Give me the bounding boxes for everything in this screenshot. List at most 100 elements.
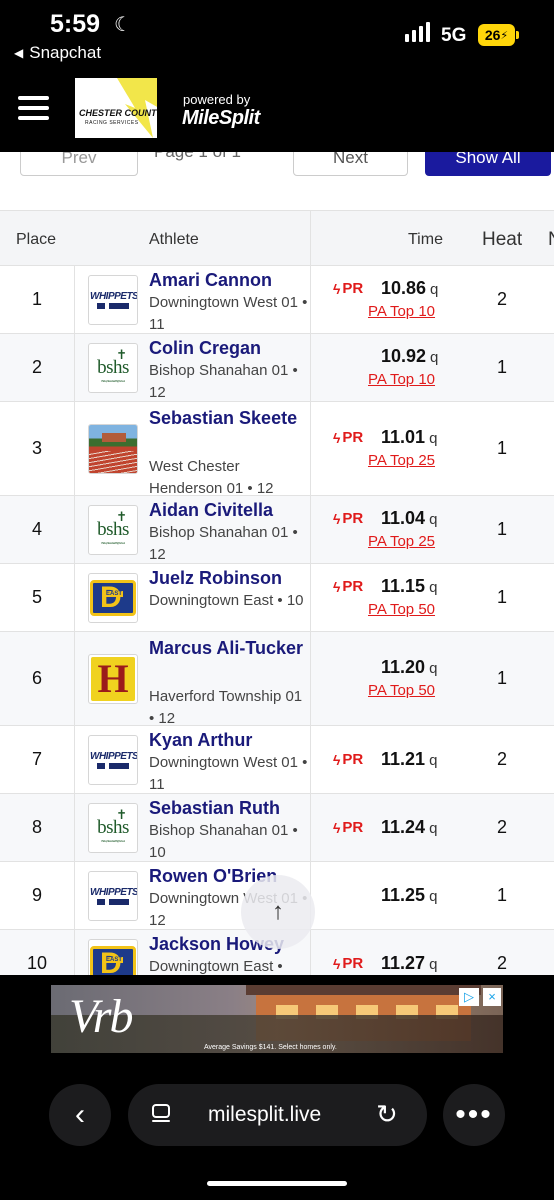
- state-rank-link[interactable]: PA Top 10: [368, 371, 435, 388]
- athlete-name-link[interactable]: Kyan Arthur: [149, 728, 309, 753]
- header-time[interactable]: Time: [408, 231, 443, 249]
- time-value: 11.15: [381, 576, 426, 596]
- qualifier-label: q: [430, 349, 439, 366]
- athlete-name-link[interactable]: Sebastian Skeete: [149, 406, 309, 431]
- team-logo[interactable]: ✝ bshs Bishop Shanahan High School: [88, 343, 138, 393]
- table-row[interactable]: 6 H Marcus Ali-Tucker Haverford Township 01…: [0, 632, 554, 727]
- address-bar[interactable]: milesplit.live ↻: [128, 1084, 427, 1146]
- athlete-team[interactable]: Downingtown East: [149, 958, 273, 975]
- header-heat[interactable]: Heat: [482, 229, 522, 251]
- heat-cell: 2: [497, 817, 508, 837]
- heat-cell: 1: [497, 519, 508, 539]
- back-app-label: Snapchat: [29, 43, 102, 62]
- ad-close-icon[interactable]: ×: [483, 988, 501, 1006]
- menu-icon[interactable]: [18, 96, 49, 120]
- reload-icon[interactable]: ↻: [376, 1099, 398, 1130]
- site-header: CHESTER COUNTY RACING SERVICES powered b…: [0, 70, 554, 152]
- pr-label: PR: [342, 510, 364, 527]
- logo-line2: RACING SERVICES: [85, 120, 139, 126]
- browser-back-button[interactable]: ‹: [49, 1084, 111, 1146]
- cross-icon: ✝: [116, 347, 127, 362]
- time-value: 11.01: [381, 427, 426, 447]
- athlete-name-link[interactable]: Amari Cannon: [149, 268, 309, 293]
- team-logo[interactable]: ✝ bshs Bishop Shanahan High School: [88, 803, 138, 853]
- state-rank-link[interactable]: PA Top 25: [368, 533, 435, 550]
- athlete-team[interactable]: Downingtown East: [149, 592, 273, 609]
- adchoices-icon[interactable]: ▷: [459, 988, 479, 1006]
- table-row[interactable]: 4 ✝ bshs Bishop Shanahan High School Aidan C…: [0, 496, 554, 564]
- cross-icon: ✝: [116, 509, 127, 524]
- table-row[interactable]: 1 WHIPPETS Amari Cannon Downingtown West 01…: [0, 266, 554, 334]
- advertisement[interactable]: Vrb Average Savings $141. Select homes o…: [51, 985, 503, 1053]
- arrow-up-icon: ↑: [272, 898, 284, 925]
- team-logo[interactable]: DEAST: [88, 939, 138, 975]
- table-row[interactable]: 5 D EAST Juelz Robinson Downingtown East • 1…: [0, 564, 554, 632]
- athlete-name-link[interactable]: Colin Cregan: [149, 336, 309, 361]
- athlete-name-link[interactable]: Juelz Robinson: [149, 566, 309, 591]
- state-rank-link[interactable]: PA Top 10: [368, 303, 435, 320]
- table-row[interactable]: 2 ✝ bshs Bishop Shanahan High School Colin C…: [0, 334, 554, 402]
- team-logo[interactable]: WHIPPETS: [88, 871, 138, 921]
- header-athlete[interactable]: Athlete: [149, 231, 199, 249]
- page-indicator: Page 1 of 1: [154, 152, 241, 162]
- athlete-team[interactable]: Bishop Shanahan: [149, 524, 267, 541]
- whippets-wordmark: WHIPPETS: [90, 887, 138, 898]
- table-row[interactable]: 8 ✝ bshs Bishop Shanahan High School Sebasti…: [0, 794, 554, 862]
- heat-cell: 1: [497, 668, 508, 688]
- athlete-name-link[interactable]: Marcus Ali-Tucker: [149, 636, 309, 661]
- back-to-app-link[interactable]: ◀ Snapchat: [14, 43, 101, 63]
- athlete-team[interactable]: Bishop Shanahan: [149, 822, 267, 839]
- milesplit-logo[interactable]: MileSplit: [182, 107, 260, 130]
- athlete-team[interactable]: Downingtown West: [149, 754, 277, 771]
- home-indicator[interactable]: [207, 1181, 347, 1186]
- table-row[interactable]: 7 WHIPPETS Kyan Arthur Downingtown West 01 …: [0, 726, 554, 794]
- chester-county-logo[interactable]: CHESTER COUNTY RACING SERVICES: [73, 76, 159, 140]
- east-label: EAST: [105, 957, 124, 963]
- more-options-button[interactable]: •••: [443, 1084, 505, 1146]
- results-table: Place Athlete Time Heat N 1 WHIPPETS Amari…: [0, 210, 554, 975]
- prev-button[interactable]: Prev: [20, 152, 138, 176]
- header-next-column[interactable]: N: [548, 229, 554, 251]
- pagination: Prev Page 1 of 1 Next Show All: [0, 152, 554, 200]
- cross-icon: ✝: [116, 807, 127, 822]
- status-bar: 5:59 ☾ ◀ Snapchat 5G 26 ⚡: [0, 0, 554, 70]
- place-cell: 8: [31, 817, 42, 837]
- athlete-team[interactable]: Downingtown West: [149, 294, 277, 311]
- tab-view-icon[interactable]: [150, 1103, 172, 1125]
- table-row[interactable]: 3 Sebastian Skeete West Chester Henderson …: [0, 402, 554, 497]
- place-cell: 2: [31, 357, 42, 377]
- show-all-button[interactable]: Show All: [425, 152, 551, 176]
- team-logo[interactable]: DEAST: [88, 573, 138, 623]
- athlete-meta: Haverford Township 01 • 12: [149, 686, 309, 730]
- athlete-team[interactable]: Bishop Shanahan: [149, 362, 267, 379]
- state-rank-link[interactable]: PA Top 25: [368, 452, 435, 469]
- team-logo[interactable]: [88, 424, 138, 474]
- qualifier-label: q: [429, 660, 438, 677]
- greyhound-icon: [93, 899, 133, 905]
- column-divider: [74, 266, 75, 975]
- heat-cell: 1: [497, 885, 508, 905]
- team-logo[interactable]: WHIPPETS: [88, 275, 138, 325]
- time-value: 11.04: [381, 508, 426, 528]
- scroll-to-top-button[interactable]: ↑: [241, 875, 315, 949]
- athlete-name-link[interactable]: Sebastian Ruth: [149, 796, 309, 821]
- state-rank-link[interactable]: PA Top 50: [368, 601, 435, 618]
- header-place[interactable]: Place: [16, 231, 56, 249]
- pr-badge: ϟ PR: [333, 751, 363, 768]
- team-logo[interactable]: H: [88, 654, 138, 704]
- athlete-meta: West Chester Henderson 01 • 12: [149, 456, 309, 500]
- athlete-name-link[interactable]: Aidan Civitella: [149, 498, 309, 523]
- time-value: 11.24: [381, 817, 426, 837]
- qualifier-label: q: [429, 579, 438, 596]
- state-rank-link[interactable]: PA Top 50: [368, 682, 435, 699]
- team-logo[interactable]: WHIPPETS: [88, 735, 138, 785]
- team-logo[interactable]: ✝ bshs Bishop Shanahan High School: [88, 505, 138, 555]
- next-button[interactable]: Next: [293, 152, 408, 176]
- athlete-team[interactable]: Haverford Township: [149, 688, 281, 705]
- powered-by-label: powered by: [183, 92, 251, 107]
- time-cell: 11.24 q: [381, 817, 437, 838]
- time-cell: 11.27 q: [381, 953, 437, 974]
- screen: 5:59 ☾ ◀ Snapchat 5G 26 ⚡ CHESTER COUNTY …: [0, 0, 554, 1200]
- lightning-icon: ϟ: [333, 429, 341, 446]
- time-cell: 11.01 q: [381, 427, 437, 448]
